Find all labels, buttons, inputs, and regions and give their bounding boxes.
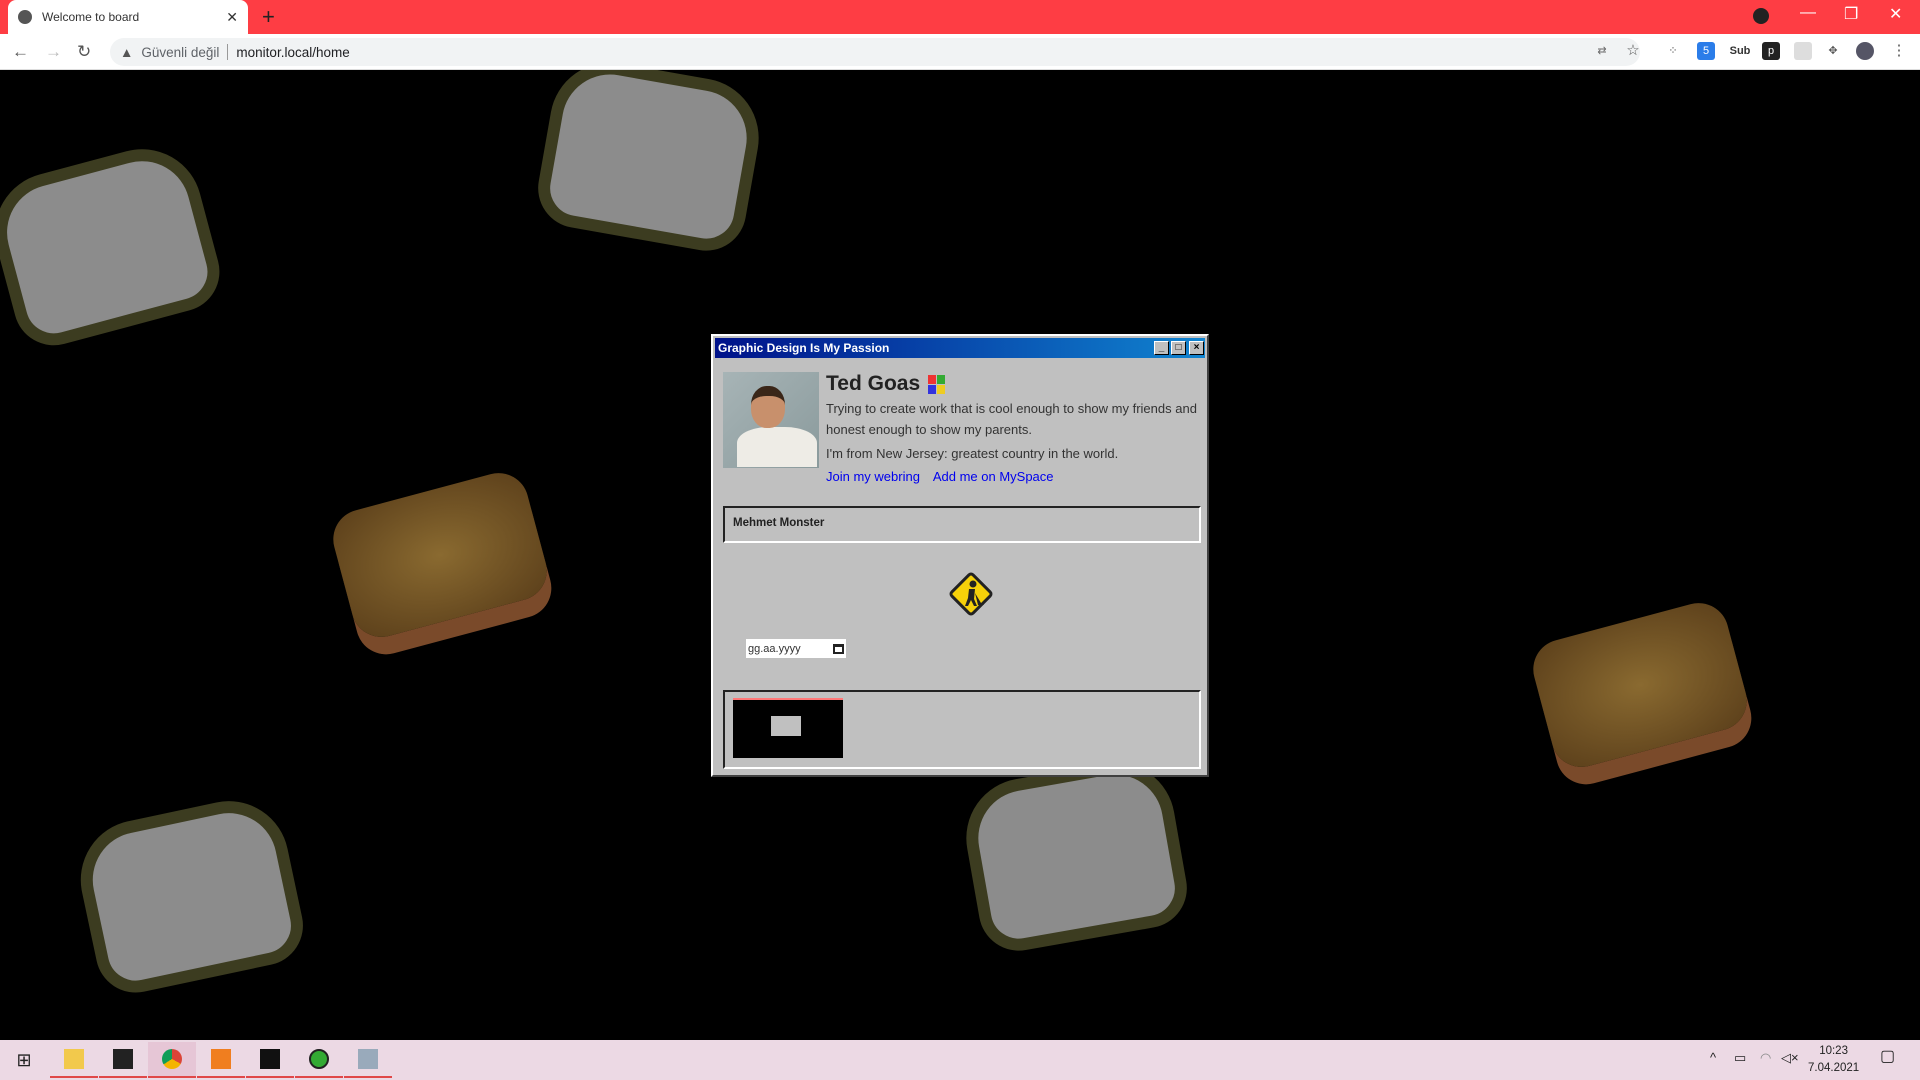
- forward-icon[interactable]: →: [45, 42, 62, 62]
- trash-extension-icon[interactable]: [1794, 42, 1812, 60]
- calendar-icon[interactable]: [833, 643, 844, 654]
- s-extension-icon[interactable]: 5: [1697, 42, 1715, 60]
- date-placeholder: gg.aa.yyyy: [748, 642, 801, 655]
- divider: [227, 44, 229, 60]
- taskbar-sublime[interactable]: [197, 1042, 245, 1078]
- under-construction-icon: [949, 572, 993, 616]
- url-text[interactable]: monitor.local/home: [236, 45, 349, 60]
- restore-button[interactable]: ❐: [1844, 4, 1858, 24]
- clock-date: 7.04.2021: [1808, 1062, 1860, 1074]
- add-extension-icon[interactable]: ⁘: [1664, 42, 1682, 60]
- taskbar-chrome[interactable]: [148, 1042, 196, 1078]
- hs-icon: [309, 1049, 329, 1069]
- myspace-link[interactable]: Add me on MySpace: [933, 469, 1054, 484]
- bookmark-star-icon[interactable]: ☆: [1624, 42, 1642, 60]
- close-window-button[interactable]: ✕: [1889, 4, 1902, 24]
- origin-text: I'm from New Jersey: greatest country in…: [826, 446, 1119, 461]
- profile-avatar[interactable]: [1856, 42, 1874, 60]
- section-box: Mehmet Monster: [723, 506, 1201, 543]
- profile-bio: Trying to create work that is cool enoug…: [826, 398, 1206, 464]
- profile-window: Graphic Design Is My Passion _ □ × Ted G…: [711, 334, 1209, 777]
- window-title: Graphic Design Is My Passion: [718, 341, 890, 355]
- console-icon: [260, 1049, 280, 1069]
- reload-icon[interactable]: ↻: [77, 42, 91, 62]
- globe-icon: [18, 10, 32, 24]
- taskbar-hs-app[interactable]: [295, 1042, 343, 1078]
- sub-extension-icon[interactable]: Sub: [1728, 42, 1752, 60]
- profile-links: Join my webring Add me on MySpace: [826, 469, 1064, 484]
- browser-tab-bar: Welcome to board ✕ + — ❐ ✕: [0, 0, 1920, 34]
- show-hidden-icons[interactable]: ^: [1710, 1050, 1716, 1066]
- flying-toaster: [956, 753, 1194, 957]
- taskbar: ⊞ ^ ▭ ◠ ◁× 10:23 7.04.2021 ▢: [0, 1040, 1920, 1080]
- window-close-button[interactable]: ×: [1189, 341, 1204, 355]
- windows-logo-icon: [928, 374, 946, 394]
- start-button[interactable]: ⊞: [0, 1042, 48, 1078]
- flying-toaster: [531, 70, 769, 257]
- tab-title: Welcome to board: [42, 10, 140, 24]
- window-minimize-button[interactable]: _: [1154, 341, 1169, 355]
- tab-search-button[interactable]: [1753, 8, 1769, 24]
- toast: [326, 466, 554, 644]
- security-label[interactable]: Güvenli değil: [141, 45, 219, 60]
- profile-name-text: Ted Goas: [826, 372, 921, 395]
- windows-start-icon: ⊞: [16, 1049, 32, 1070]
- profile-photo: [723, 372, 819, 468]
- menu-icon[interactable]: ⋮: [1890, 42, 1908, 60]
- clock[interactable]: 10:23 7.04.2021: [1808, 1043, 1859, 1077]
- terminal-icon: [113, 1049, 133, 1069]
- photos-icon: [358, 1049, 378, 1069]
- window-titlebar[interactable]: Graphic Design Is My Passion _ □ ×: [715, 338, 1205, 358]
- new-tab-button[interactable]: +: [262, 4, 275, 30]
- date-input[interactable]: gg.aa.yyyy: [746, 639, 846, 658]
- taskbar-photos[interactable]: [344, 1042, 392, 1078]
- taskbar-terminal[interactable]: [99, 1042, 147, 1078]
- volume-muted-icon[interactable]: ◁×: [1781, 1050, 1799, 1066]
- close-tab-icon[interactable]: ✕: [226, 9, 238, 26]
- taskbar-console[interactable]: [246, 1042, 294, 1078]
- webring-link[interactable]: Join my webring: [826, 469, 920, 484]
- battery-icon[interactable]: ▭: [1734, 1050, 1746, 1066]
- notifications-icon[interactable]: ▢: [1880, 1049, 1895, 1065]
- wifi-icon[interactable]: ◠: [1760, 1050, 1771, 1066]
- screenshot-thumbnail[interactable]: [733, 698, 843, 758]
- p-extension-icon[interactable]: p: [1762, 42, 1780, 60]
- minimize-button[interactable]: —: [1800, 4, 1816, 22]
- folder-icon: [64, 1049, 84, 1069]
- toast: [1526, 596, 1754, 774]
- screenshot-box: [723, 690, 1201, 769]
- window-maximize-button[interactable]: □: [1171, 341, 1186, 355]
- omnibox[interactable]: ▲ Güvenli değil monitor.local/home: [110, 38, 1640, 66]
- address-toolbar: ← → ↻ ▲ Güvenli değil monitor.local/home…: [0, 34, 1920, 70]
- bio-text: Trying to create work that is cool enoug…: [826, 401, 1197, 437]
- warning-icon: ▲: [120, 44, 134, 60]
- clock-time: 10:23: [1819, 1045, 1848, 1057]
- flying-toaster: [69, 790, 311, 1000]
- translate-icon[interactable]: ⇄: [1593, 42, 1611, 60]
- sublime-icon: [211, 1049, 231, 1069]
- chrome-icon: [162, 1049, 182, 1069]
- back-icon[interactable]: ←: [12, 42, 29, 62]
- profile-name: Ted Goas: [826, 372, 946, 396]
- flying-toaster: [0, 135, 229, 355]
- taskbar-file-explorer[interactable]: [50, 1042, 98, 1078]
- browser-tab[interactable]: Welcome to board ✕: [8, 0, 248, 34]
- extensions-puzzle-icon[interactable]: ✥: [1824, 42, 1842, 60]
- section-title: Mehmet Monster: [733, 517, 825, 529]
